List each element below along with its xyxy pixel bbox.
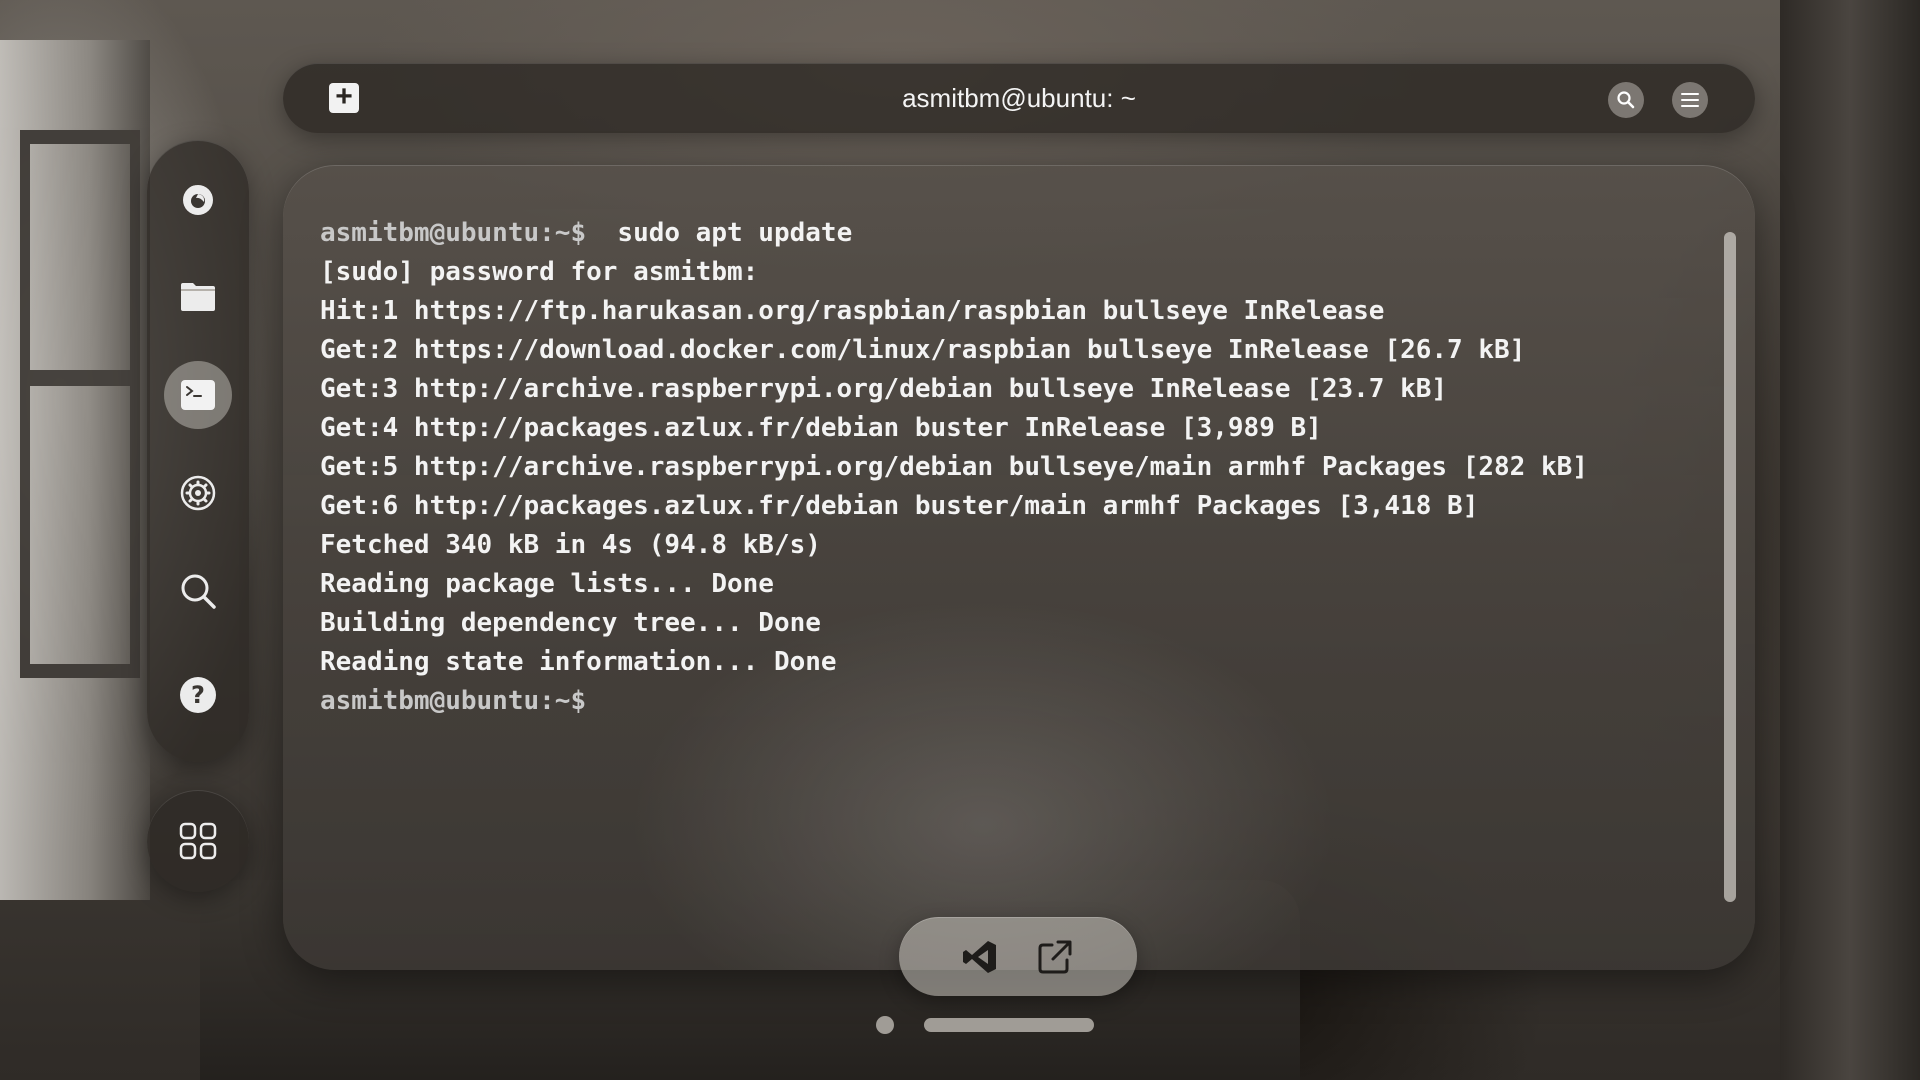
title-bar: + asmitbm@ubuntu: ~ [283, 63, 1755, 133]
terminal-line: Reading state information... Done [320, 643, 1700, 682]
dock-item-settings[interactable] [164, 459, 232, 527]
output-text: Fetched 340 kB in 4s (94.8 kB/s) [320, 530, 821, 560]
dock-item-help[interactable]: ? [164, 661, 232, 729]
open-external-icon [1038, 940, 1072, 974]
bottom-action-bar [899, 917, 1137, 996]
terminal-line: Hit:1 https://ftp.harukasan.org/raspbian… [320, 292, 1700, 331]
dock-item-files[interactable] [164, 263, 232, 331]
terminal-line: Building dependency tree... Done [320, 604, 1700, 643]
output-text: Get:5 http://archive.raspberrypi.org/deb… [320, 452, 1588, 482]
folder-icon [181, 283, 215, 311]
terminal-line: [sudo] password for asmitbm: [320, 253, 1700, 292]
output-text: Get:4 http://packages.azlux.fr/debian bu… [320, 413, 1322, 443]
scrollbar-thumb[interactable] [1724, 232, 1736, 902]
output-text: Hit:1 https://ftp.harukasan.org/raspbian… [320, 296, 1385, 326]
help-icon: ? [180, 677, 216, 713]
app-grid-icon [179, 822, 217, 860]
output-text: Get:3 http://archive.raspberrypi.org/deb… [320, 374, 1448, 404]
terminal-line: Reading package lists... Done [320, 565, 1700, 604]
output-text: Get:6 http://packages.azlux.fr/debian bu… [320, 491, 1479, 521]
hamburger-menu-icon [1681, 93, 1699, 107]
search-button[interactable] [1608, 82, 1644, 118]
output-text: [sudo] password for asmitbm: [320, 257, 759, 287]
output-text: Reading state information... Done [320, 647, 837, 677]
firefox-icon [183, 185, 213, 215]
dock-item-firefox[interactable] [164, 165, 232, 233]
terminal-line: Get:2 https://download.docker.com/linux/… [320, 331, 1700, 370]
open-external-button[interactable] [1031, 933, 1079, 981]
vscode-icon [963, 941, 996, 973]
plus-icon: + [335, 80, 353, 113]
terminal-line: Get:5 http://archive.raspberrypi.org/deb… [320, 448, 1700, 487]
output-text: Get:2 https://download.docker.com/linux/… [320, 335, 1526, 365]
background-window [0, 40, 150, 900]
terminal-line: asmitbm@ubuntu:~$ sudo apt update [320, 214, 1700, 253]
new-tab-button[interactable]: + [329, 80, 359, 113]
output-text: Reading package lists... Done [320, 569, 774, 599]
search-icon [1617, 91, 1635, 109]
open-in-vscode-button[interactable] [956, 933, 1004, 981]
svg-text:?: ? [191, 681, 205, 709]
shell-prompt: asmitbm@ubuntu:~$ [320, 218, 587, 248]
terminal-icon [181, 380, 215, 410]
terminal-line: Get:4 http://packages.azlux.fr/debian bu… [320, 409, 1700, 448]
page-indicator-dot[interactable] [876, 1016, 894, 1034]
dock-item-search[interactable] [164, 557, 232, 625]
scrollbar[interactable] [1724, 232, 1736, 902]
window-title: asmitbm@ubuntu: ~ [902, 83, 1136, 113]
terminal-line: Fetched 340 kB in 4s (94.8 kB/s) [320, 526, 1700, 565]
output-text: Building dependency tree... Done [320, 608, 821, 638]
menu-button[interactable] [1672, 82, 1708, 118]
gear-icon [180, 475, 216, 511]
background-wall [1780, 0, 1920, 1080]
show-apps-button[interactable] [147, 790, 249, 892]
terminal-line: asmitbm@ubuntu:~$ [320, 682, 1700, 721]
dock: ? [147, 140, 249, 762]
terminal-window[interactable]: asmitbm@ubuntu:~$ sudo apt update [sudo] … [283, 165, 1755, 970]
command-text: sudo apt update [586, 218, 853, 248]
terminal-line: Get:3 http://archive.raspberrypi.org/deb… [320, 370, 1700, 409]
terminal-output[interactable]: asmitbm@ubuntu:~$ sudo apt update [sudo] … [320, 214, 1700, 721]
search-icon [181, 574, 216, 609]
terminal-line: Get:6 http://packages.azlux.fr/debian bu… [320, 487, 1700, 526]
dock-item-terminal[interactable] [164, 361, 232, 429]
page-indicator-active[interactable] [924, 1018, 1094, 1032]
shell-prompt: asmitbm@ubuntu:~$ [320, 686, 587, 716]
